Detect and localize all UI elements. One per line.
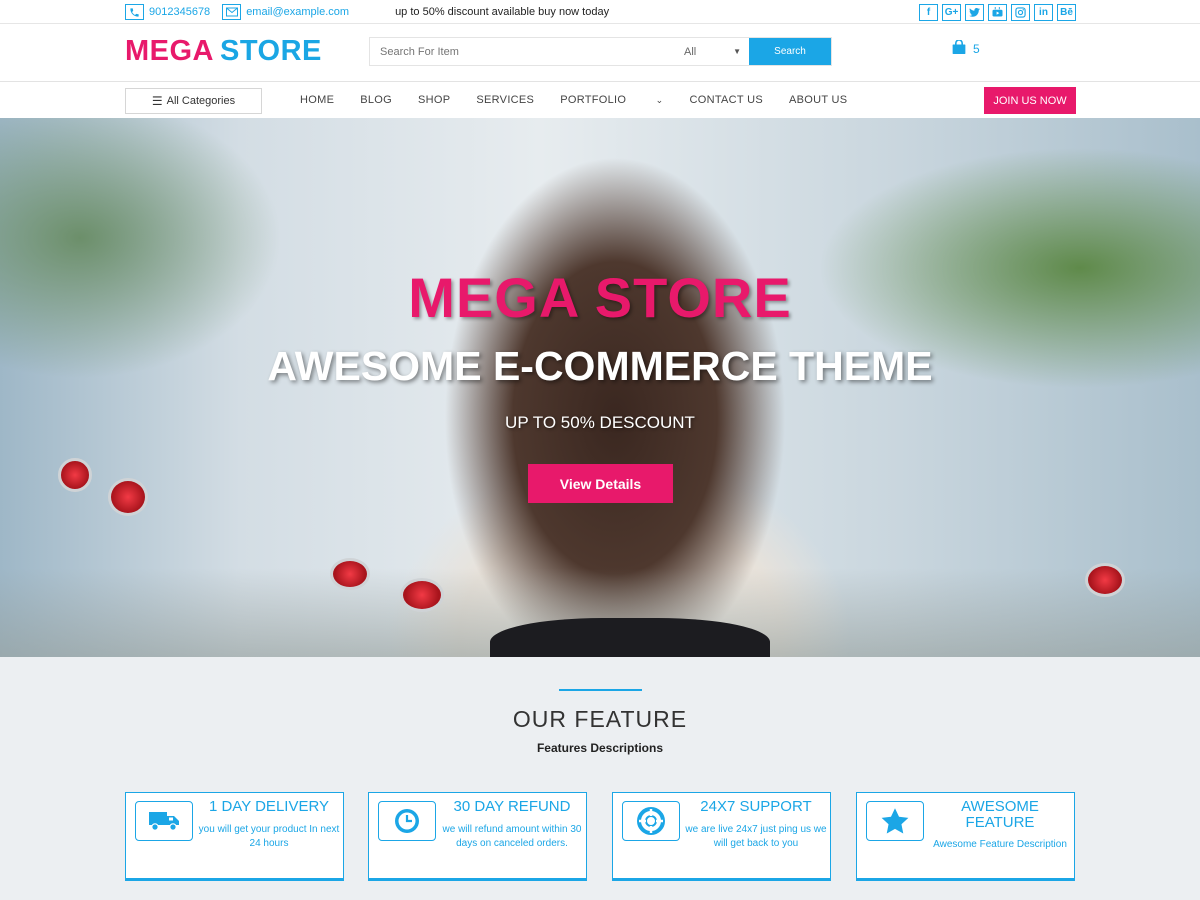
logo-store: STORE	[220, 35, 322, 67]
lifebuoy-icon	[622, 801, 680, 841]
search-bar: All ▼ Search	[369, 37, 832, 66]
nav-item-home[interactable]: HOME	[300, 94, 334, 106]
cart-button[interactable]: 5	[951, 39, 980, 57]
all-categories-button[interactable]: ☰ All Categories	[125, 88, 262, 114]
logo-mega: MEGA	[125, 35, 214, 67]
header: MEGASTORE All ▼ Search 5	[0, 24, 1200, 82]
feature-card-awesome[interactable]: AWESOME FEATURE Awesome Feature Descript…	[856, 792, 1075, 881]
chevron-down-icon: ⌄	[655, 95, 664, 105]
cart-count: 5	[973, 41, 980, 56]
features-description: Features Descriptions	[536, 741, 664, 755]
nav-item-services[interactable]: SERVICES	[476, 94, 534, 106]
hamburger-icon: ☰	[151, 94, 163, 108]
feature-cards: 1 DAY DELIVERY you will get your product…	[125, 792, 1076, 882]
feature-card-title: AWESOME FEATURE	[961, 798, 1039, 831]
email-address: email@example.com	[246, 6, 350, 18]
nav-item-blog[interactable]: BLOG	[360, 94, 392, 106]
all-categories-label: All Categories	[166, 95, 236, 107]
star-icon	[866, 801, 924, 841]
feature-card-title: 1 DAY DELIVERY	[208, 798, 330, 815]
behance-icon[interactable]: Bē	[1057, 3, 1076, 21]
clock-icon	[378, 801, 436, 841]
phone-icon	[125, 4, 144, 20]
nav-item-portfolio[interactable]: PORTFOLIO ⌄	[560, 94, 663, 106]
feature-card-title: 24X7 SUPPORT	[700, 798, 812, 815]
instagram-icon[interactable]	[1011, 3, 1030, 21]
search-button[interactable]: Search	[749, 38, 831, 65]
hero-discount: UP TO 50% DESCOUNT	[505, 413, 695, 432]
promo-text: up to 50% discount available buy now tod…	[395, 6, 610, 18]
join-us-button[interactable]: JOIN US NOW	[984, 87, 1076, 114]
nav-item-portfolio-label: PORTFOLIO	[560, 94, 627, 106]
nav-item-about[interactable]: ABOUT US	[789, 94, 847, 106]
feature-card-text: you will get your product In next 24 hou…	[198, 824, 340, 849]
feature-card-text: we will refund amount within 30 days on …	[442, 824, 582, 849]
phone-number: 9012345678	[149, 6, 211, 18]
nav-item-contact[interactable]: CONTACT US	[689, 94, 763, 106]
search-input[interactable]	[370, 38, 674, 65]
nav-item-shop[interactable]: SHOP	[418, 94, 450, 106]
email-contact[interactable]: email@example.com	[222, 4, 349, 20]
linkedin-icon[interactable]: in	[1034, 3, 1053, 21]
feature-card-support[interactable]: 24X7 SUPPORT we are live 24x7 just ping …	[612, 792, 831, 881]
category-select-value: All	[684, 45, 697, 58]
google-plus-icon[interactable]: G+	[942, 3, 961, 21]
facebook-icon[interactable]: f	[919, 3, 938, 21]
site-logo[interactable]: MEGA STORE	[125, 35, 322, 68]
section-divider	[559, 689, 642, 691]
hero-title: MEGA STORE	[408, 266, 792, 329]
nav-menu: HOME BLOG SHOP SERVICES PORTFOLIO ⌄ CONT…	[300, 82, 873, 118]
caret-down-icon: ▼	[733, 47, 741, 56]
features-title: OUR FEATURE	[512, 706, 688, 732]
category-select[interactable]: All ▼	[674, 38, 749, 65]
social-links: f G+ in Bē	[919, 3, 1076, 21]
hero-subtitle: AWESOME E-COMMERCE THEME	[267, 343, 933, 389]
hero-banner: MEGA STORE AWESOME E-COMMERCE THEME UP T…	[0, 118, 1200, 657]
twitter-icon[interactable]	[965, 3, 984, 21]
youtube-icon[interactable]	[988, 3, 1007, 21]
feature-card-refund[interactable]: 30 DAY REFUND we will refund amount with…	[368, 792, 587, 881]
top-bar: 9012345678 email@example.com up to 50% d…	[0, 0, 1200, 24]
phone-contact[interactable]: 9012345678	[125, 4, 210, 20]
shopping-bag-icon	[951, 39, 967, 57]
main-nav: ☰ All Categories HOME BLOG SHOP SERVICES…	[0, 82, 1200, 118]
hero-content: MEGA STORE AWESOME E-COMMERCE THEME UP T…	[0, 118, 1200, 657]
feature-card-delivery[interactable]: 1 DAY DELIVERY you will get your product…	[125, 792, 344, 881]
feature-card-text: we are live 24x7 just ping us we will ge…	[685, 824, 827, 849]
view-details-button[interactable]: View Details	[528, 464, 673, 503]
truck-icon	[135, 801, 193, 841]
feature-card-title: 30 DAY REFUND	[453, 798, 571, 815]
feature-card-text: Awesome Feature Description	[933, 839, 1067, 850]
envelope-icon	[222, 4, 242, 20]
